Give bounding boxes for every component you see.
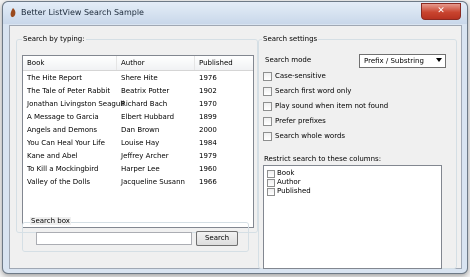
published-cell: 1902 <box>199 87 217 95</box>
title-bar[interactable]: Better ListView Search Sample ✕ <box>3 2 467 24</box>
table-row[interactable]: Jonathan Livingston Seagull Richard Bach 1… <box>23 98 253 111</box>
search-by-typing-label: Search by typing: <box>22 35 86 43</box>
author-cell: Beatrix Potter <box>121 87 170 95</box>
book-cell: Kane and Abel <box>27 152 78 160</box>
author-cell: Jeffrey Archer <box>121 152 169 160</box>
chevron-down-icon <box>436 58 442 62</box>
column-header-author[interactable]: Author <box>117 56 195 70</box>
listview-header: Book Author Published <box>23 56 253 71</box>
published-cell: 1966 <box>199 178 217 186</box>
author-cell: Dan Brown <box>121 126 160 134</box>
book-cell: The Tale of Peter Rabbit <box>27 87 111 95</box>
search-mode-label: Search mode <box>264 54 313 66</box>
search-mode-dropdown[interactable]: Prefix / Substring <box>359 54 446 68</box>
app-window: Better ListView Search Sample ✕ Search b… <box>2 1 468 274</box>
author-cell: Harper Lee <box>121 165 160 173</box>
checkbox[interactable] <box>267 179 275 187</box>
table-row[interactable]: The Tale of Peter Rabbit Beatrix Potter 19… <box>23 85 253 98</box>
search-mode-value: Prefix / Substring <box>364 57 424 65</box>
published-cell: 2000 <box>199 126 217 134</box>
author-cell: Richard Bach <box>121 100 168 108</box>
column-header-published[interactable]: Published <box>195 56 251 70</box>
table-row[interactable]: A Message to Garcia Elbert Hubbard 1899 <box>23 111 253 124</box>
search-box-label: Search box <box>30 217 71 225</box>
client-area: Search by typing: Book Author Published … <box>9 25 462 269</box>
book-cell: You Can Heal Your Life <box>27 139 105 147</box>
published-cell: 1960 <box>199 165 217 173</box>
checkbox-label: Case-sensitive <box>275 72 326 80</box>
author-cell: Shere Hite <box>121 74 158 82</box>
column-header-book[interactable]: Book <box>23 56 117 70</box>
search-settings-label: Search settings <box>262 35 319 43</box>
column-item-label: Book <box>277 169 295 177</box>
table-row[interactable]: Valley of the Dolls Jacqueline Susann 1966 <box>23 176 253 189</box>
book-cell: Jonathan Livingston Seagull <box>27 100 125 108</box>
restrict-columns-list[interactable]: Book Author Published <box>263 165 442 269</box>
column-item-label: Published <box>277 187 311 195</box>
checkbox[interactable] <box>263 132 272 141</box>
search-input[interactable] <box>36 232 192 245</box>
checkbox[interactable] <box>267 188 275 196</box>
author-cell: Elbert Hubbard <box>121 113 175 121</box>
window-title: Better ListView Search Sample <box>21 8 144 17</box>
checkbox[interactable] <box>263 102 272 111</box>
app-icon <box>10 8 16 18</box>
table-row[interactable]: Kane and Abel Jeffrey Archer 1979 <box>23 150 253 163</box>
search-button[interactable]: Search <box>196 231 238 246</box>
checkbox-label: Prefer prefixes <box>275 117 326 125</box>
checkbox[interactable] <box>263 87 272 96</box>
author-cell: Louise Hay <box>121 139 160 147</box>
checkbox-label: Search first word only <box>275 87 352 95</box>
published-cell: 1970 <box>199 100 217 108</box>
published-cell: 1984 <box>199 139 217 147</box>
published-cell: 1976 <box>199 74 217 82</box>
column-item-label: Author <box>277 178 301 186</box>
book-cell: The Hite Report <box>27 74 82 82</box>
author-cell: Jacqueline Susann <box>121 178 185 186</box>
published-cell: 1979 <box>199 152 217 160</box>
checkbox[interactable] <box>267 170 275 178</box>
table-row[interactable]: To Kill a Mockingbird Harper Lee 1960 <box>23 163 253 176</box>
book-cell: To Kill a Mockingbird <box>27 165 99 173</box>
table-row[interactable]: The Hite Report Shere Hite 1976 <box>23 72 253 85</box>
close-button[interactable]: ✕ <box>421 3 461 20</box>
checkbox[interactable] <box>263 72 272 81</box>
book-cell: Valley of the Dolls <box>27 178 90 186</box>
table-row[interactable]: Angels and Demons Dan Brown 2000 <box>23 124 253 137</box>
restrict-columns-label: Restrict search to these columns: <box>263 155 383 163</box>
published-cell: 1899 <box>199 113 217 121</box>
book-cell: A Message to Garcia <box>27 113 99 121</box>
book-cell: Angels and Demons <box>27 126 98 134</box>
book-listview[interactable]: Book Author Published The Hite Report She… <box>22 55 254 228</box>
checkbox-label: Play sound when item not found <box>275 102 389 110</box>
checkbox-label: Search whole words <box>275 132 346 140</box>
checkbox[interactable] <box>263 117 272 126</box>
table-row[interactable]: You Can Heal Your Life Louise Hay 1984 <box>23 137 253 150</box>
